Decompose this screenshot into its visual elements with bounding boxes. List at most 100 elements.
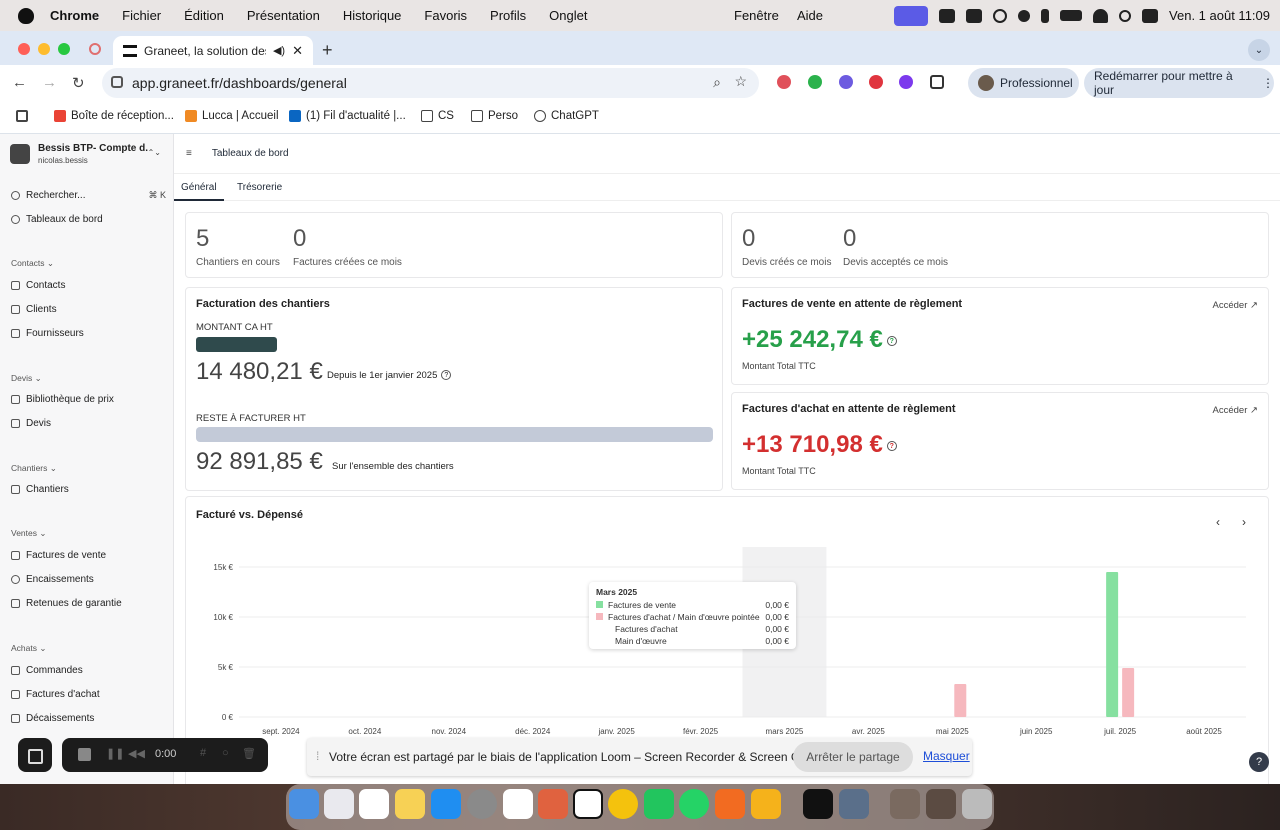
purchase-access-link[interactable]: Accéder ↗ <box>1213 405 1258 416</box>
preview-icon[interactable] <box>839 789 869 819</box>
browser-tab-graneet[interactable]: Graneet, la solution des m ◀) ✕ <box>113 36 313 65</box>
battery-icon[interactable] <box>1060 10 1083 21</box>
hide-banner-link[interactable]: Masquer <box>923 749 970 763</box>
help-icon[interactable]: ? <box>886 335 897 346</box>
slack-icon[interactable] <box>503 789 533 819</box>
minimize-window-button[interactable] <box>38 43 50 55</box>
apple-icon[interactable] <box>18 7 34 24</box>
finder-icon[interactable] <box>289 789 319 819</box>
reload-button[interactable]: ↻ <box>72 74 88 92</box>
sidebar-item-suppliers[interactable]: Fournisseurs <box>11 325 166 341</box>
close-window-button[interactable] <box>18 43 30 55</box>
wifi-icon[interactable] <box>1093 8 1109 23</box>
bookmark-folder-perso[interactable]: Perso <box>471 110 518 122</box>
sidebar-section-achats[interactable]: Achats ⌄ <box>11 643 46 654</box>
menubar-datetime[interactable]: Ven. 1 août 11:09 <box>1169 8 1270 23</box>
url-text[interactable]: app.graneet.fr/dashboards/general <box>132 75 347 91</box>
sidebar-item-price-library[interactable]: Bibliothèque de prix <box>11 391 166 407</box>
extension-3-icon[interactable] <box>839 75 853 89</box>
app-icon[interactable] <box>644 789 674 819</box>
menu-profils[interactable]: Profils <box>490 8 526 23</box>
chart-next-icon[interactable]: › <box>1242 515 1246 529</box>
extension-2-icon[interactable] <box>808 75 822 89</box>
sync-icon[interactable] <box>993 8 1008 23</box>
screen-share-icon[interactable] <box>894 5 929 26</box>
bookmark-chatgpt[interactable]: ChatGPT <box>534 110 599 122</box>
menu-toggle-icon[interactable]: ≡ <box>186 148 192 159</box>
sidebar-section-ventes[interactable]: Ventes ⌄ <box>11 528 46 539</box>
notes-icon[interactable] <box>395 789 425 819</box>
extension-1-icon[interactable] <box>777 75 791 89</box>
sidebar-item-sales-invoices[interactable]: Factures de vente <box>11 547 166 563</box>
chrome-icon[interactable] <box>608 789 638 819</box>
menu-fenetre[interactable]: Fenêtre <box>734 8 779 23</box>
recent-file-icon[interactable] <box>890 789 920 819</box>
company-switcher[interactable]: Bessis BTP- Compte d... nicolas.bessis ⌃… <box>10 142 165 168</box>
notion-icon[interactable] <box>573 789 603 819</box>
whatsapp-icon[interactable] <box>679 789 709 819</box>
loom-grid-icon[interactable]: # <box>200 747 206 759</box>
sidebar-section-devis[interactable]: Devis ⌄ <box>11 373 42 384</box>
menu-edition[interactable]: Édition <box>184 8 224 23</box>
recent-file-icon[interactable] <box>926 789 956 819</box>
sidebar-item-receipts[interactable]: Encaissements <box>11 571 166 587</box>
loom-restart-button[interactable]: ◀◀ <box>128 747 145 760</box>
loom-trash-icon[interactable]: 🗑 <box>242 747 256 760</box>
menu-historique[interactable]: Historique <box>343 8 402 23</box>
stop-sharing-button[interactable]: Arrêter le partage <box>793 742 913 772</box>
sidebar-item-clients[interactable]: Clients <box>11 301 166 317</box>
sidebar-item-quotes[interactable]: Devis <box>11 415 166 431</box>
trash-icon[interactable] <box>962 789 992 819</box>
bookmark-gmail[interactable]: Boîte de réception... <box>54 110 174 122</box>
more-vert-icon[interactable]: ⋮ <box>1262 76 1274 90</box>
tab-tresorerie[interactable]: Trésorerie <box>237 182 282 193</box>
bookmark-folder-cs[interactable]: CS <box>421 110 454 122</box>
back-button[interactable]: ← <box>12 74 28 91</box>
zoom-icon[interactable]: ⌕ <box>713 74 721 91</box>
help-icon[interactable]: ? <box>441 370 452 381</box>
loom-camera-button[interactable] <box>18 738 52 772</box>
menu-presentation[interactable]: Présentation <box>247 8 320 23</box>
profile-button[interactable]: Professionnel <box>968 68 1079 98</box>
spotlight-search-icon[interactable] <box>1119 9 1132 22</box>
speaker-icon[interactable]: ◀) <box>273 44 285 57</box>
menu-fichier[interactable]: Fichier <box>122 8 161 23</box>
sidebar-item-orders[interactable]: Commandes <box>11 662 166 678</box>
menu-onglet[interactable]: Onglet <box>549 8 587 23</box>
sidebar-item-purchase-invoices[interactable]: Factures d'achat <box>11 686 166 702</box>
app-icon[interactable] <box>803 789 833 819</box>
app-icon[interactable] <box>715 789 745 819</box>
extensions-puzzle-icon[interactable] <box>930 75 944 89</box>
sidebar-item-disbursements[interactable]: Décaissements <box>11 710 166 726</box>
status-a-icon[interactable] <box>939 8 956 23</box>
bookmark-star-icon[interactable]: ☆ <box>734 73 747 90</box>
new-tab-button[interactable]: + <box>322 40 333 61</box>
loom-stop-button[interactable] <box>78 748 91 761</box>
sidebar-item-contacts[interactable]: Contacts <box>11 277 166 293</box>
calendar-icon[interactable] <box>359 789 389 819</box>
drag-handle-icon[interactable]: ⁞ <box>316 749 319 763</box>
help-icon[interactable]: ? <box>886 440 897 451</box>
zoom-window-button[interactable] <box>58 43 70 55</box>
sidebar-section-chantiers[interactable]: Chantiers ⌄ <box>11 463 57 474</box>
system-settings-icon[interactable] <box>467 789 497 819</box>
notion-menubar-icon[interactable] <box>966 8 983 23</box>
moon-icon[interactable] <box>1018 9 1031 22</box>
app-store-icon[interactable] <box>431 789 461 819</box>
forward-button[interactable]: → <box>42 74 58 91</box>
help-button[interactable]: ? <box>1249 752 1269 772</box>
bluetooth-icon[interactable] <box>1041 8 1050 23</box>
sidebar-item-retentions[interactable]: Retenues de garantie <box>11 595 166 611</box>
loom-draw-icon[interactable]: ○ <box>222 747 229 759</box>
chart-prev-icon[interactable]: ‹ <box>1216 515 1220 529</box>
tab-general[interactable]: Général <box>174 182 224 201</box>
site-info-icon[interactable] <box>111 76 123 88</box>
control-center-icon[interactable] <box>1142 8 1159 23</box>
restart-update-button[interactable]: Redémarrer pour mettre à jour ⋮ <box>1084 68 1274 98</box>
sales-access-link[interactable]: Accéder ↗ <box>1213 300 1258 311</box>
sidebar-item-projects[interactable]: Chantiers <box>11 481 166 497</box>
extension-5-icon[interactable] <box>899 75 913 89</box>
loom-pause-button[interactable]: ❚❚ <box>106 747 124 760</box>
menu-aide[interactable]: Aide <box>797 8 823 23</box>
close-tab-icon[interactable]: ✕ <box>292 43 303 59</box>
